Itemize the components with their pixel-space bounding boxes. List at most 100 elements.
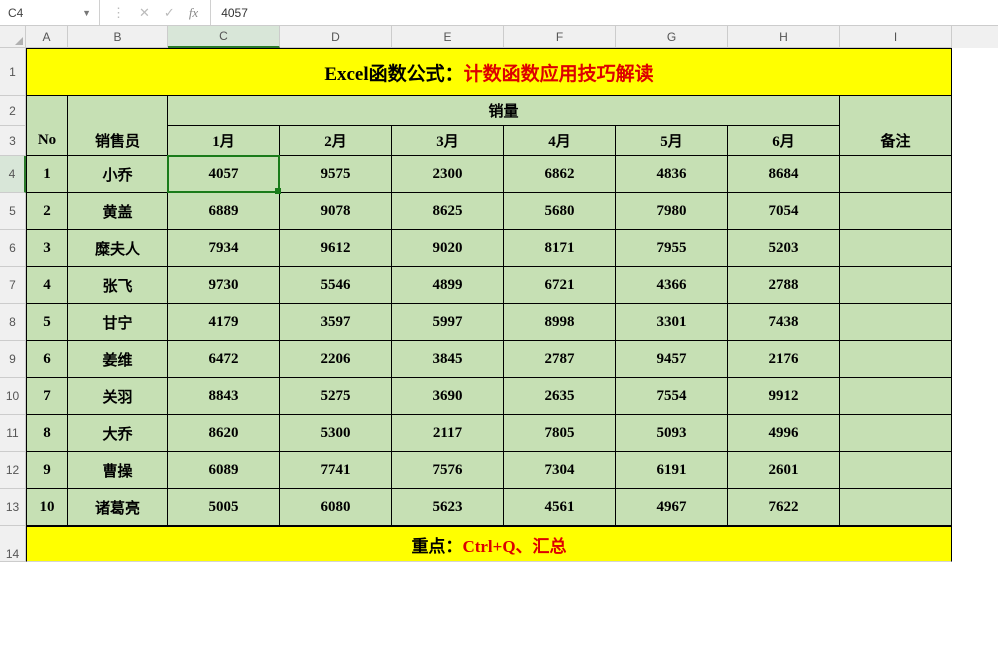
cell-month-5[interactable]: 9457 [616,341,728,378]
cell-month-4[interactable]: 2787 [504,341,616,378]
cell-month-6[interactable]: 5203 [728,230,840,267]
cell-month-4[interactable]: 7304 [504,452,616,489]
cell-month-5[interactable]: 6191 [616,452,728,489]
cell-month-2[interactable]: 3597 [280,304,392,341]
col-header-H[interactable]: H [728,26,840,48]
header-seller[interactable]: 销售员 [68,126,168,156]
header-month-5[interactable]: 5月 [616,126,728,156]
select-all-corner[interactable] [0,26,26,48]
header-month-1[interactable]: 1月 [168,126,280,156]
cell-no[interactable]: 2 [26,193,68,230]
cell-seller[interactable]: 关羽 [68,378,168,415]
col-header-C[interactable]: C [168,26,280,48]
cell-seller[interactable]: 姜维 [68,341,168,378]
cell-month-3[interactable]: 2117 [392,415,504,452]
header-month-2[interactable]: 2月 [280,126,392,156]
cell-month-1[interactable]: 6889 [168,193,280,230]
col-header-F[interactable]: F [504,26,616,48]
cell-month-3[interactable]: 5997 [392,304,504,341]
cell-remark[interactable] [840,304,952,341]
col-header-D[interactable]: D [280,26,392,48]
cell-month-4[interactable]: 8171 [504,230,616,267]
cell-month-3[interactable]: 4899 [392,267,504,304]
cell-month-6[interactable]: 2601 [728,452,840,489]
header-month-4[interactable]: 4月 [504,126,616,156]
col-header-I[interactable]: I [840,26,952,48]
cell-month-6[interactable]: 4996 [728,415,840,452]
cell-month-4[interactable]: 6721 [504,267,616,304]
header-month-3[interactable]: 3月 [392,126,504,156]
header-no[interactable] [26,96,68,126]
cell-month-6[interactable]: 8684 [728,156,840,193]
cell-no[interactable]: 9 [26,452,68,489]
cell-month-5[interactable]: 7955 [616,230,728,267]
cancel-icon[interactable]: ✕ [139,5,150,21]
cell-month-4[interactable]: 4561 [504,489,616,526]
cell-month-2[interactable]: 7741 [280,452,392,489]
row-header-7[interactable]: 7 [0,267,26,304]
name-box[interactable]: C4 ▼ [0,0,100,25]
row-header-13[interactable]: 13 [0,489,26,526]
col-header-B[interactable]: B [68,26,168,48]
cell-month-6[interactable]: 2788 [728,267,840,304]
cell-seller[interactable]: 大乔 [68,415,168,452]
header-seller[interactable] [68,96,168,126]
cell-remark[interactable] [840,341,952,378]
cell-remark[interactable] [840,489,952,526]
cell-month-2[interactable]: 9575 [280,156,392,193]
cell-month-6[interactable]: 2176 [728,341,840,378]
cell-month-1[interactable]: 7934 [168,230,280,267]
expand-icon[interactable]: ⋮ [112,5,125,21]
cell-month-4[interactable]: 7805 [504,415,616,452]
cell-month-3[interactable]: 7576 [392,452,504,489]
row-header-5[interactable]: 5 [0,193,26,230]
cell-month-2[interactable]: 5275 [280,378,392,415]
cell-no[interactable]: 5 [26,304,68,341]
cell-month-4[interactable]: 6862 [504,156,616,193]
cell-month-1[interactable]: 8620 [168,415,280,452]
cell-month-1[interactable]: 9730 [168,267,280,304]
cell-remark[interactable] [840,378,952,415]
cell-seller[interactable]: 诸葛亮 [68,489,168,526]
row-header-6[interactable]: 6 [0,230,26,267]
cell-month-5[interactable]: 3301 [616,304,728,341]
cell-month-4[interactable]: 8998 [504,304,616,341]
cell-month-1[interactable]: 8843 [168,378,280,415]
header-no[interactable]: No [26,126,68,156]
row-header-9[interactable]: 9 [0,341,26,378]
col-header-E[interactable]: E [392,26,504,48]
cell-no[interactable]: 3 [26,230,68,267]
cell-seller[interactable]: 糜夫人 [68,230,168,267]
cell-month-5[interactable]: 4366 [616,267,728,304]
cell-month-2[interactable]: 5546 [280,267,392,304]
cell-month-4[interactable]: 5680 [504,193,616,230]
cell-remark[interactable] [840,267,952,304]
cell-remark[interactable] [840,415,952,452]
cell-no[interactable]: 10 [26,489,68,526]
cell-month-5[interactable]: 7554 [616,378,728,415]
fx-icon[interactable]: fx [189,5,198,21]
cell-month-2[interactable]: 9078 [280,193,392,230]
dropdown-icon[interactable]: ▼ [82,8,91,18]
cell-month-1[interactable]: 6089 [168,452,280,489]
formula-input[interactable]: 4057 [211,0,998,25]
title-cell[interactable]: Excel函数公式：计数函数应用技巧解读 [26,48,952,96]
row-header-14[interactable]: 14 [0,526,26,562]
cell-seller[interactable]: 张飞 [68,267,168,304]
row-header-11[interactable]: 11 [0,415,26,452]
cell-month-1[interactable]: 6472 [168,341,280,378]
cell-month-6[interactable]: 7438 [728,304,840,341]
cell-month-6[interactable]: 9912 [728,378,840,415]
row-header-12[interactable]: 12 [0,452,26,489]
cell-month-3[interactable]: 9020 [392,230,504,267]
cell-month-2[interactable]: 2206 [280,341,392,378]
cell-seller[interactable]: 黄盖 [68,193,168,230]
cell-month-3[interactable]: 2300 [392,156,504,193]
cell-month-3[interactable]: 8625 [392,193,504,230]
header-remark[interactable]: 备注 [840,126,952,156]
cell-month-4[interactable]: 2635 [504,378,616,415]
header-month-6[interactable]: 6月 [728,126,840,156]
row-header-2[interactable]: 2 [0,96,26,126]
cell-month-6[interactable]: 7622 [728,489,840,526]
cell-remark[interactable] [840,452,952,489]
